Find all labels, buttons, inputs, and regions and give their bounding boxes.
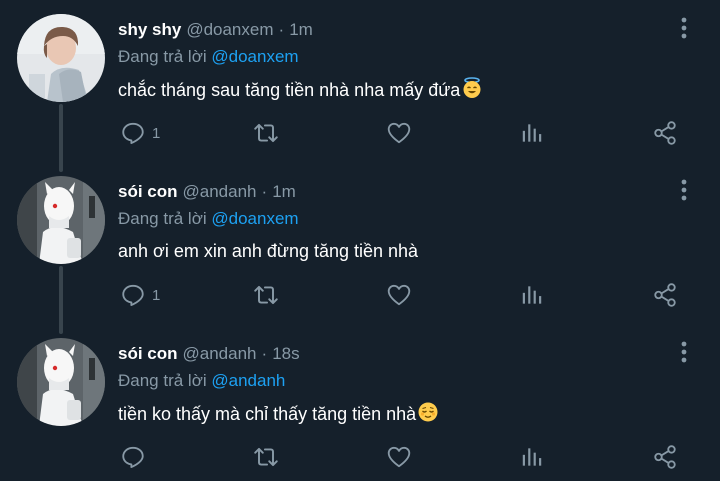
retweet-button[interactable] (252, 440, 280, 474)
tweet-actions (0, 440, 720, 474)
display-name[interactable]: sói con (118, 182, 178, 201)
stats-button[interactable] (519, 278, 545, 312)
tweet-header: sói con @andanh · 1m (118, 181, 296, 203)
tweet-text-content: chắc tháng sau tăng tiền nhà nha mấy đứa (118, 80, 461, 100)
separator: · (261, 344, 268, 363)
retweet-button[interactable] (252, 116, 280, 150)
stats-button[interactable] (519, 440, 545, 474)
display-name[interactable]: shy shy (118, 20, 181, 39)
heart-icon (387, 446, 411, 468)
reply-icon (122, 284, 144, 306)
timestamp[interactable]: 1m (272, 182, 296, 201)
replying-to: Đang trả lời @doanxem (118, 46, 299, 68)
separator: · (278, 20, 285, 39)
stats-icon (522, 124, 542, 142)
more-options-button[interactable] (672, 14, 696, 42)
more-options-button[interactable] (672, 176, 696, 204)
reply-thread: shy shy @doanxem · 1m Đang trả lời @doanxem… (0, 0, 720, 481)
replying-prefix: Đang trả lời (118, 371, 207, 390)
retweet-button[interactable] (252, 278, 280, 312)
avatar-soi-con-image (17, 338, 105, 426)
stats-button[interactable] (519, 116, 545, 150)
handle[interactable]: @doanxem (186, 20, 273, 39)
more-vertical-icon (681, 17, 687, 39)
reply-icon (122, 446, 144, 468)
replying-to: Đang trả lời @andanh (118, 370, 285, 392)
tweet-actions: 1 (0, 116, 720, 150)
handle[interactable]: @andanh (183, 182, 257, 201)
timestamp[interactable]: 18s (272, 344, 299, 363)
heart-icon (387, 122, 411, 144)
display-name[interactable]: sói con (118, 344, 178, 363)
tweet-text: anh ơi em xin anh đừng tăng tiền nhà (118, 239, 418, 263)
retweet-icon (254, 447, 278, 467)
reply-icon (122, 122, 144, 144)
share-icon (654, 445, 676, 469)
replying-to-mention[interactable]: @doanxem (211, 47, 298, 66)
timestamp[interactable]: 1m (289, 20, 313, 39)
like-button[interactable] (386, 278, 412, 312)
tweet-header: sói con @andanh · 18s (118, 343, 300, 365)
tweet-text: tiền ko thấy mà chỉ thấy tăng tiền nhà (118, 401, 439, 429)
reply-button[interactable] (120, 440, 152, 474)
heart-icon (387, 284, 411, 306)
smiling-face-with-halo-icon (461, 77, 483, 105)
share-icon (654, 283, 676, 307)
share-button[interactable] (652, 278, 678, 312)
replying-prefix: Đang trả lời (118, 209, 207, 228)
replying-to-mention[interactable]: @andanh (211, 371, 285, 390)
more-options-button[interactable] (672, 338, 696, 366)
avatar[interactable] (17, 338, 105, 426)
more-vertical-icon (681, 179, 687, 201)
share-button[interactable] (652, 116, 678, 150)
tweet[interactable]: sói con @andanh · 1m Đang trả lời @doanxem … (0, 162, 720, 324)
replying-prefix: Đang trả lời (118, 47, 207, 66)
avatar-soi-con-image (17, 176, 105, 264)
retweet-icon (254, 285, 278, 305)
tweet[interactable]: sói con @andanh · 18s Đang trả lời @andanh … (0, 324, 720, 481)
more-vertical-icon (681, 341, 687, 363)
replying-to-mention[interactable]: @doanxem (211, 209, 298, 228)
tweet[interactable]: shy shy @doanxem · 1m Đang trả lời @doanxem… (0, 0, 720, 162)
avatar[interactable] (17, 14, 105, 102)
tweet-header: shy shy @doanxem · 1m (118, 19, 313, 41)
reply-button[interactable]: 1 (120, 278, 160, 312)
tweet-text-content: tiền ko thấy mà chỉ thấy tăng tiền nhà (118, 404, 417, 424)
separator: · (261, 182, 268, 201)
reply-count: 1 (152, 124, 161, 142)
like-button[interactable] (386, 440, 412, 474)
stats-icon (522, 286, 542, 304)
share-icon (654, 121, 676, 145)
relieved-face-icon (417, 401, 439, 429)
tweet-text-content: anh ơi em xin anh đừng tăng tiền nhà (118, 241, 419, 261)
reply-count: 1 (152, 286, 161, 304)
tweet-text: chắc tháng sau tăng tiền nhà nha mấy đứa (118, 77, 483, 105)
tweet-actions: 1 (0, 278, 720, 312)
share-button[interactable] (652, 440, 678, 474)
reply-button[interactable]: 1 (120, 116, 160, 150)
like-button[interactable] (386, 116, 412, 150)
stats-icon (522, 448, 542, 466)
avatar-shy-shy-image (17, 14, 105, 102)
avatar[interactable] (17, 176, 105, 264)
replying-to: Đang trả lời @doanxem (118, 208, 299, 230)
retweet-icon (254, 123, 278, 143)
handle[interactable]: @andanh (183, 344, 257, 363)
